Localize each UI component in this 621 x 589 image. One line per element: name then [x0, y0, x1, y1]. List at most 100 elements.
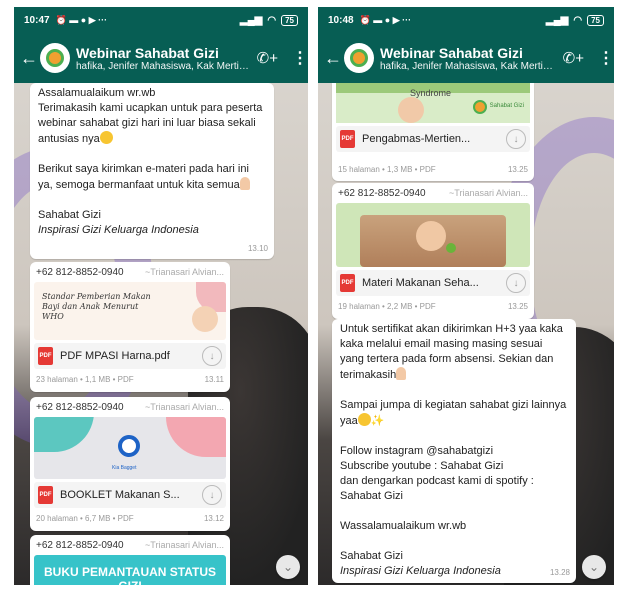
- smile-emoji-icon: [99, 131, 113, 144]
- add-call-icon[interactable]: ✆+: [257, 49, 278, 67]
- pdf-icon: PDF: [38, 486, 53, 504]
- document-row[interactable]: PDF PDF MPASI Harna.pdf ↓: [34, 343, 226, 369]
- message-time: 13.25: [507, 165, 528, 174]
- document-message[interactable]: +62 812-8852-0940 ~Trianasari Alvian... S…: [30, 262, 230, 392]
- document-message[interactable]: Syndrome Sahabat Gizi PDF Pengabmas-Mert…: [332, 83, 534, 181]
- message-bubble[interactable]: Assalamualaikum wr.wb Terimakasih kami u…: [30, 83, 274, 259]
- document-row[interactable]: PDF Materi Makanan Seha... ↓: [336, 270, 530, 296]
- signal-icon: ▂▄▆: [239, 14, 263, 26]
- chevron-down-icon[interactable]: ⌄: [582, 555, 606, 579]
- document-thumbnail[interactable]: Standar Pemberian Makan Bayi dan Anak Me…: [34, 282, 226, 340]
- document-thumbnail[interactable]: [336, 203, 530, 267]
- thumbnail-title: Standar Pemberian Makan Bayi dan Anak Me…: [42, 292, 151, 321]
- sender-number[interactable]: +62 812-8852-0940: [36, 400, 124, 415]
- download-icon[interactable]: ↓: [202, 346, 222, 366]
- chat-title-area[interactable]: Webinar Sahabat Gizi hafika, Jenifer Mah…: [76, 45, 251, 72]
- status-bar: 10:47 ⏰ ▬ ● ▶ ··· ▂▄▆ ◠ 75: [14, 7, 308, 33]
- message-paragraph: Berikut saya kirimkan e-materi pada hari…: [38, 163, 249, 191]
- message-time: 13.28: [549, 568, 570, 577]
- praying-hands-emoji-icon: [239, 177, 250, 190]
- thumbnail-logo-text: Sahabat Gizi: [489, 103, 524, 109]
- notification-icons: ⏰ ▬ ● ▶ ···: [55, 14, 108, 25]
- praying-hands-emoji-icon: [396, 367, 407, 380]
- participants-list: hafika, Jenifer Mahasiswa, Kak Mertie...: [76, 60, 251, 72]
- child-photo: [398, 97, 424, 123]
- baby-photo: [192, 306, 218, 332]
- document-name: BOOKLET Makanan S...: [60, 488, 180, 501]
- document-message[interactable]: +62 812-8852-0940 ~Trianasari Alvian... P…: [332, 183, 534, 319]
- signal-icon: ▂▄▆: [545, 14, 569, 26]
- sender-number[interactable]: +62 812-8852-0940: [36, 538, 124, 553]
- sender-alias: ~Trianasari Alvian...: [145, 540, 224, 550]
- chevron-down-icon[interactable]: ⌄: [276, 555, 300, 579]
- follow-spotify: dan dengarkan podcast kami di spotify : …: [340, 475, 534, 502]
- left-screen: 10:47 ⏰ ▬ ● ▶ ··· ▂▄▆ ◠ 75 ← Webinar Sah…: [14, 7, 308, 585]
- message-time: 13.25: [507, 302, 528, 311]
- document-meta: 20 halaman • 6,7 MB • PDF: [36, 514, 134, 523]
- document-row[interactable]: PDF Pengabmas-Mertien... ↓: [336, 126, 530, 152]
- group-title: Webinar Sahabat Gizi: [380, 44, 523, 61]
- booklet-logo: [118, 435, 140, 457]
- group-title: Webinar Sahabat Gizi: [76, 44, 219, 61]
- status-time: 10:48: [328, 14, 354, 26]
- document-message[interactable]: +62 812-8852-0940 ~Trianasari Alvian... K…: [30, 397, 230, 531]
- pdf-icon: PDF: [340, 130, 355, 148]
- message-paragraph: Untuk sertifikat akan dikirimkan H+3 yaa…: [340, 323, 563, 381]
- arrow-left-icon[interactable]: ←: [324, 48, 342, 69]
- signature-tagline: Inspirasi Gizi Keluarga Indonesia: [38, 224, 199, 236]
- signature-tagline: Inspirasi Gizi Keluarga Indonesia: [340, 565, 501, 577]
- download-icon[interactable]: ↓: [506, 129, 526, 149]
- closing-greeting: Wassalamualaikum wr.wb: [340, 520, 467, 532]
- message-time: 13.11: [204, 375, 224, 384]
- document-name: PDF MPASI Harna.pdf: [60, 349, 170, 362]
- sender-alias: ~Trianasari Alvian...: [449, 188, 528, 198]
- download-icon[interactable]: ↓: [202, 485, 222, 505]
- follow-instagram: Follow instagram @sahabatgizi: [340, 445, 494, 457]
- signature-name: Sahabat Gizi: [340, 550, 403, 562]
- battery-icon: 75: [587, 14, 604, 26]
- chat-title-area[interactable]: Webinar Sahabat Gizi hafika, Jenifer Mah…: [380, 45, 557, 72]
- message-time: 13.12: [203, 514, 224, 523]
- document-meta: 15 halaman • 1,3 MB • PDF: [338, 165, 436, 174]
- document-message[interactable]: +62 812-8852-0940 ~Trianasari Alvian... B…: [30, 535, 230, 585]
- message-paragraph: Terimakasih kami ucapkan untuk para pese…: [38, 102, 263, 145]
- document-thumbnail[interactable]: BUKU PEMANTAUAN STATUS GIZI: [34, 555, 226, 585]
- message-time: 13.10: [247, 244, 268, 253]
- pdf-icon: PDF: [38, 347, 53, 365]
- smiling-hearts-emoji-icon: [357, 413, 371, 426]
- document-meta: 23 halaman • 1,1 MB • PDF: [36, 375, 134, 384]
- sender-alias: ~Trianasari Alvian...: [145, 402, 224, 412]
- document-thumbnail[interactable]: Kia Bagget: [34, 417, 226, 479]
- notification-icons: ⏰ ▬ ● ▶ ···: [359, 14, 412, 25]
- document-thumbnail[interactable]: Syndrome Sahabat Gizi: [336, 83, 530, 123]
- group-avatar[interactable]: [40, 43, 70, 73]
- add-call-icon[interactable]: ✆+: [563, 49, 584, 67]
- sender-number[interactable]: +62 812-8852-0940: [36, 265, 124, 280]
- wifi-icon: ◠: [267, 14, 277, 26]
- sparkles-emoji-icon: ✨: [370, 415, 385, 427]
- signature-name: Sahabat Gizi: [38, 209, 101, 221]
- sahabat-gizi-logo-icon: [472, 99, 487, 114]
- chat-header: ← Webinar Sahabat Gizi hafika, Jenifer M…: [318, 33, 614, 83]
- sender-number[interactable]: +62 812-8852-0940: [338, 186, 426, 201]
- battery-icon: 75: [281, 14, 298, 26]
- document-name: Materi Makanan Seha...: [362, 276, 479, 289]
- thumbnail-title: BUKU PEMANTAUAN STATUS GIZI: [44, 565, 216, 585]
- message-greeting: Assalamualaikum wr.wb: [38, 87, 156, 99]
- right-screen: 10:48 ⏰ ▬ ● ▶ ··· ▂▄▆ ◠ 75 ← Webinar Sah…: [318, 7, 614, 585]
- more-vert-icon[interactable]: ⋮: [598, 48, 614, 68]
- download-icon[interactable]: ↓: [506, 273, 526, 293]
- thumbnail-logo-text: Kia Bagget: [112, 465, 137, 471]
- status-bar: 10:48 ⏰ ▬ ● ▶ ··· ▂▄▆ ◠ 75: [318, 7, 614, 33]
- message-bubble[interactable]: Untuk sertifikat akan dikirimkan H+3 yaa…: [332, 319, 576, 583]
- status-time: 10:47: [24, 14, 50, 26]
- participants-list: hafika, Jenifer Mahasiswa, Kak Mertie...: [380, 60, 557, 72]
- more-vert-icon[interactable]: ⋮: [292, 48, 308, 68]
- document-row[interactable]: PDF BOOKLET Makanan S... ↓: [34, 482, 226, 508]
- arrow-left-icon[interactable]: ←: [20, 48, 38, 69]
- sender-alias: ~Trianasari Alvian...: [145, 267, 224, 277]
- document-meta: 19 halaman • 2,2 MB • PDF: [338, 302, 436, 311]
- group-avatar[interactable]: [344, 43, 374, 73]
- wifi-icon: ◠: [573, 14, 583, 26]
- document-name: Pengabmas-Mertien...: [362, 132, 471, 145]
